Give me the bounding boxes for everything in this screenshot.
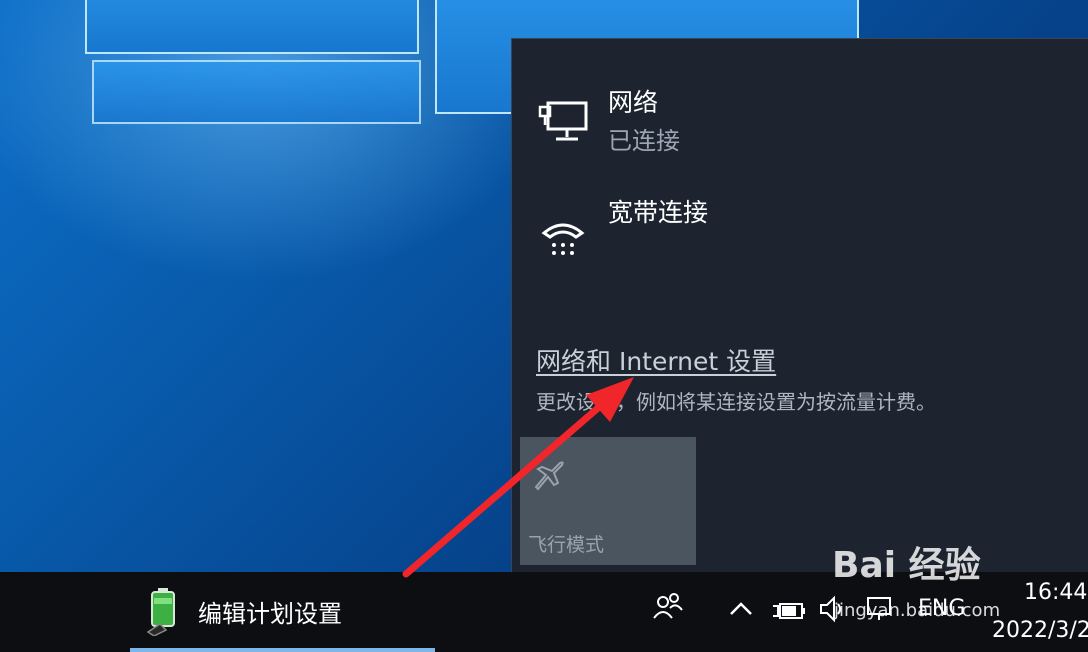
people-icon[interactable] — [652, 590, 684, 622]
network-flyout: 网络 已连接 宽带连接 网络和 Internet 设置 更改设置，例如将某连接设… — [511, 38, 1088, 573]
network-status: 已连接 — [608, 127, 680, 155]
windows-logo-pane-1 — [85, 0, 419, 54]
taskbar-app-power-plan[interactable]: 编辑计划设置 — [130, 572, 435, 652]
active-app-indicator — [130, 648, 435, 652]
taskbar-app-label: 编辑计划设置 — [198, 600, 342, 628]
ethernet-monitor-icon — [538, 101, 588, 141]
power-icon[interactable] — [772, 596, 806, 624]
battery-plug-icon — [146, 588, 175, 636]
network-item-ethernet[interactable]: 网络 已连接 — [534, 88, 1074, 169]
airplane-icon — [534, 461, 564, 491]
language-indicator[interactable]: ENG — [918, 596, 965, 621]
dialup-phone-icon — [541, 223, 585, 255]
clock-date[interactable]: 2022/3/2 — [992, 618, 1088, 643]
airplane-mode-label: 飞行模式 — [528, 534, 605, 556]
settings-description: 更改设置，例如将某连接设置为按流量计费。 — [536, 390, 936, 414]
volume-icon[interactable] — [818, 594, 848, 624]
clock-time[interactable]: 16:44 — [1024, 580, 1087, 605]
windows-logo-pane-3 — [92, 60, 421, 124]
network-item-broadband[interactable]: 宽带连接 — [534, 198, 1074, 267]
network-title: 网络 — [608, 88, 659, 117]
airplane-mode-button[interactable]: 飞行模式 — [520, 437, 696, 565]
network-internet-settings-link[interactable]: 网络和 Internet 设置 — [536, 342, 776, 378]
broadband-title: 宽带连接 — [608, 198, 709, 227]
chevron-up-icon[interactable] — [728, 596, 754, 622]
network-icon[interactable] — [864, 594, 894, 624]
taskbar: 编辑计划设置 ENG 16:44 2022/3/2 — [0, 572, 1088, 652]
